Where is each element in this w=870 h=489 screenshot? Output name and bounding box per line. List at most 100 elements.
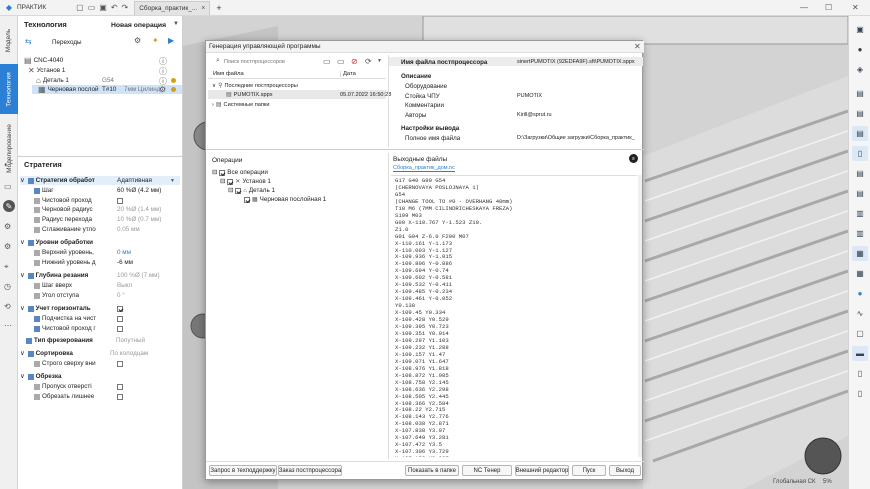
step-row[interactable]: Шаг 60 %Ø (4.2 мм) — [34, 186, 161, 195]
top-level-row[interactable]: Верхний уровень, 0 мм — [34, 248, 131, 257]
maximize-icon[interactable]: ☐ — [825, 3, 832, 12]
save-icon[interactable]: ▣ — [99, 3, 107, 12]
tab-technology[interactable]: Технология — [0, 64, 18, 114]
undo-icon[interactable]: ↶ — [111, 3, 118, 12]
feed-side-icon[interactable]: ⚙ — [4, 222, 11, 231]
col-file[interactable]: Имя файла — [213, 71, 244, 77]
ops-all-row[interactable]: ⊟ Все операции — [212, 168, 268, 177]
strategy-type-row[interactable]: ∨ Стратегия обработ Адаптивная ▼ — [20, 176, 180, 185]
strategy-side-icon[interactable]: ◐ — [4, 160, 9, 169]
trim-extra-checkbox[interactable] — [117, 393, 123, 400]
corner-smoothing-row[interactable]: Сглаживание утло 0.05 мм — [34, 225, 140, 234]
light-icon[interactable]: ✦ — [152, 36, 159, 45]
sphere-icon[interactable]: ● — [852, 42, 868, 57]
pp-file-row[interactable]: ▤ PUMOTIX.sppx 05.07.2022 16:50:28 — [208, 90, 391, 99]
holder-icon[interactable]: ▤ — [852, 186, 868, 201]
run-button[interactable]: Пуск — [572, 465, 606, 476]
close-tab-icon[interactable]: × — [201, 5, 205, 12]
minimize-icon[interactable]: — — [800, 3, 808, 12]
panel-divider[interactable] — [18, 156, 183, 157]
show-folder-button[interactable]: Показать в папке — [405, 465, 459, 476]
finish-pass-checkbox[interactable] — [117, 197, 123, 204]
col-date[interactable]: Дата — [340, 71, 356, 77]
tab-model[interactable]: Модель — [0, 20, 18, 60]
strategy-dropdown-icon[interactable]: ▼ — [170, 178, 175, 184]
transitions-label[interactable]: Переходы — [52, 38, 82, 47]
cleanup-row[interactable]: Подчистка на чист — [34, 314, 123, 323]
redo-icon[interactable]: ↷ — [122, 3, 129, 12]
document-tab[interactable]: Сборка_практик_... × — [134, 0, 211, 15]
ops-op-checkbox[interactable] — [244, 196, 250, 203]
approach-side-icon[interactable]: ⌖ — [4, 262, 9, 272]
dialog-splitter[interactable] — [206, 149, 644, 150]
tool-side-icon[interactable]: ▭ — [4, 182, 12, 191]
horizontal-group[interactable]: ∨ Учет горизонталь — [20, 304, 123, 313]
output-menu-icon[interactable]: ≡ — [629, 154, 638, 163]
machine-view-icon[interactable]: ▤ — [852, 86, 868, 101]
trim-group[interactable]: ∨ Обрезка — [20, 372, 62, 381]
time-side-icon[interactable]: ◷ — [4, 282, 11, 291]
finish-horizontal-checkbox[interactable] — [117, 325, 123, 332]
top-down-checkbox[interactable] — [117, 360, 123, 367]
milling-type-row[interactable]: Тип фрезерования Попутный — [26, 336, 145, 345]
trim-extra-row[interactable]: Обрезать лишнее — [34, 392, 123, 401]
folder-open-icon[interactable]: ▭ — [337, 57, 345, 66]
tree-machine[interactable]: ▤ CNC-4040 — [24, 56, 63, 65]
layers-icon[interactable]: ◈ — [852, 62, 868, 77]
finish-horizontal-row[interactable]: Чистовой проход г — [34, 324, 123, 333]
settings-icon[interactable]: ⚙ — [134, 36, 141, 45]
system-folders[interactable]: › ▤ Системные папки — [212, 100, 269, 109]
top-down-row[interactable]: Строго сверху вни — [34, 359, 123, 368]
gcode-view[interactable]: G17 G40 G90 G54 (CHERNOVAYA POSLOJNAYA 1… — [391, 175, 637, 457]
ext-editor-button[interactable]: Внешний редактор — [515, 465, 569, 476]
collision-icon[interactable]: ▦ — [852, 266, 868, 281]
step-up-row[interactable]: Шаг вверх Выкл — [34, 281, 132, 290]
more-side-icon[interactable]: ⋯ — [4, 321, 12, 330]
ops-all-checkbox[interactable] — [219, 169, 226, 176]
exit-button[interactable]: Выход — [609, 465, 641, 476]
skip-holes-row[interactable]: Пропуск отверсті — [34, 382, 123, 391]
pp-search-input[interactable] — [224, 57, 316, 67]
filter-dropdown-icon[interactable]: ▼ — [377, 58, 382, 64]
cleanup-checkbox[interactable] — [117, 315, 123, 322]
close-window-icon[interactable]: ✕ — [852, 3, 859, 12]
surface-icon[interactable]: ▢ — [852, 326, 868, 341]
tech-request-button[interactable]: Запрос в техподдержку — [209, 465, 277, 476]
ruler-icon[interactable]: ▥ — [852, 226, 868, 241]
ops-part-row[interactable]: ⊟ ⌂ Деталь 1 — [228, 186, 275, 195]
tree-setup[interactable]: ✕ Установ 1 — [28, 66, 65, 75]
tab-simulation[interactable]: Моделирование — [0, 118, 18, 178]
tool-view-icon[interactable]: ▤ — [852, 166, 868, 181]
pp-order-button[interactable]: Заказ постпроцессора — [278, 465, 342, 476]
nc-viewer-button[interactable]: NC Тенер — [462, 465, 512, 476]
levels-group[interactable]: ∨ Уровни обработки — [20, 238, 93, 247]
link-side-icon[interactable]: ⚙ — [4, 242, 11, 251]
point-icon[interactable]: ● — [852, 286, 868, 301]
ops-setup-checkbox[interactable] — [227, 178, 234, 185]
tree-part[interactable]: ⌂ Деталь 1 G54 — [36, 76, 114, 85]
add-tab-button[interactable]: + — [216, 3, 221, 13]
folder-add-icon[interactable]: ▭ — [323, 57, 331, 66]
part-view-icon[interactable]: ▤ — [852, 126, 868, 141]
view-cube-icon[interactable]: ▣ — [852, 22, 868, 37]
bottom-level-row[interactable]: Нижний уровень д -6 мм — [34, 258, 133, 267]
horizontal-checkbox[interactable] — [117, 305, 123, 312]
toolpath-side-icon[interactable]: ✎ — [3, 200, 15, 212]
rough-radius-row[interactable]: Черновой радиус 20 %Ø (1.4 мм) — [34, 205, 161, 214]
dialog-close-icon[interactable]: ✕ — [634, 42, 641, 51]
solid-icon[interactable]: ▬ — [852, 346, 868, 361]
ops-setup-row[interactable]: ⊟ ✕ Установ 1 — [220, 177, 271, 186]
delete-icon[interactable]: ⊘ — [351, 57, 358, 66]
ops-op-row[interactable]: ▦ Черновая послойная 1 — [244, 195, 326, 204]
finish-pass-row[interactable]: Чистовой проход — [34, 196, 123, 205]
fixture-icon[interactable]: ▯ — [852, 146, 868, 161]
new-file-icon[interactable]: ▢ — [76, 3, 84, 12]
new-operation-button[interactable]: Новая операция — [111, 21, 166, 30]
misc-side-icon[interactable]: ⟲ — [4, 302, 11, 311]
section-icon[interactable]: ▯ — [852, 386, 868, 401]
curve-icon[interactable]: ∿ — [852, 306, 868, 321]
toolpath-view-icon[interactable]: ▦ — [852, 246, 868, 261]
transition-radius-row[interactable]: Радиус перехода 10 %Ø (0.7 мм) — [34, 215, 161, 224]
output-file-tab[interactable]: Сборка_практик_дом.nc — [393, 165, 455, 172]
retract-angle-row[interactable]: Угол отступа 0 ° — [34, 291, 125, 300]
